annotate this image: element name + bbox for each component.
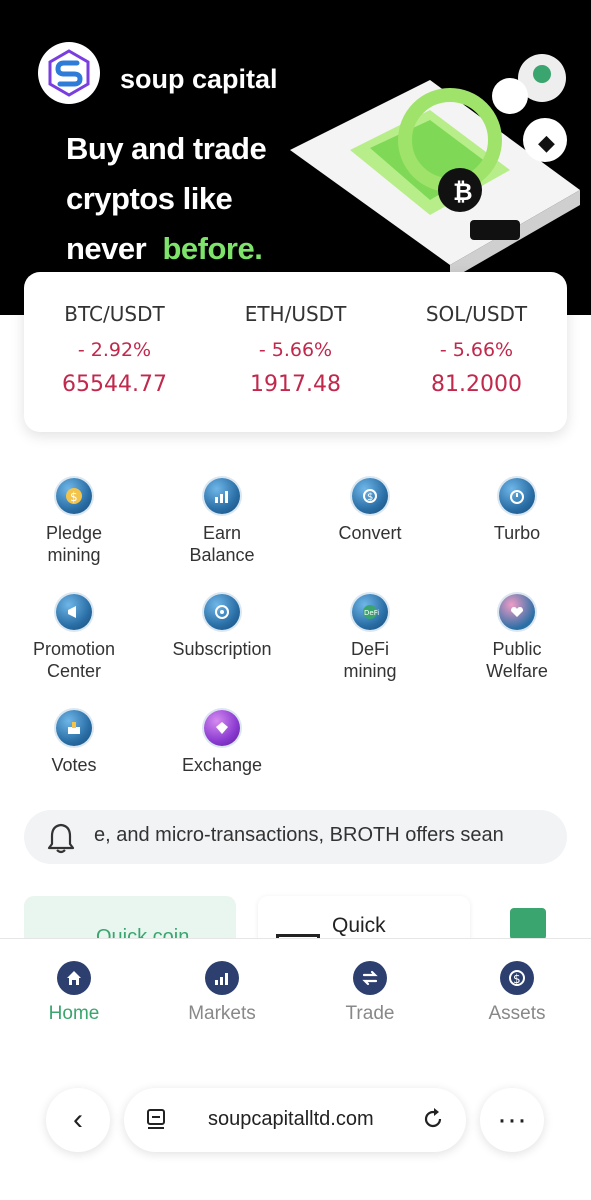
feature-label: Exchange <box>181 755 263 775</box>
tab-label: Markets <box>188 1003 256 1024</box>
feature-label: Pledge mining <box>45 523 103 565</box>
url-text: soupcapitalltd.com <box>208 1108 374 1130</box>
ticker-pair: BTC/USDT <box>64 302 165 326</box>
feature-label: DeFi mining <box>343 639 397 681</box>
phone-illustration: ₿ ◆ <box>290 54 580 280</box>
swap-icon <box>353 961 387 995</box>
ticker-btc[interactable]: BTC/USDT - 2.92% 65544.77 <box>24 272 205 432</box>
document-icon[interactable] <box>510 908 546 940</box>
more-options-button[interactable]: ··· <box>480 1088 544 1152</box>
svg-text:DeFi: DeFi <box>364 609 379 617</box>
headline-line-1: Buy and trade <box>66 131 267 166</box>
ticker-change: - 5.66% <box>439 339 514 361</box>
ticker-price: 1917.48 <box>250 372 341 397</box>
ticker-price: 65544.77 <box>62 372 167 397</box>
ticker-sol[interactable]: SOL/USDT - 5.66% 81.2000 <box>386 272 567 432</box>
page-menu-icon[interactable] <box>146 1108 168 1132</box>
subscription-icon <box>204 594 240 630</box>
bell-icon <box>47 823 75 854</box>
announcement-text: e, and micro-transactions, BROTH offers … <box>94 824 504 846</box>
dollar-icon: $ <box>500 961 534 995</box>
ticker-change: - 2.92% <box>77 339 152 361</box>
hero-banner[interactable]: soup capital Buy and trade cryptos like … <box>0 0 591 315</box>
svg-text:$: $ <box>367 492 373 503</box>
tab-home[interactable]: Home <box>0 961 148 1025</box>
ballot-box-icon <box>56 710 92 746</box>
feature-earn-balance[interactable]: Earn Balance <box>148 478 296 566</box>
feature-subscription[interactable]: Subscription <box>148 594 296 660</box>
ticker-price: 81.2000 <box>431 372 522 397</box>
feature-label: Promotion Center <box>32 639 116 681</box>
tab-label: Trade <box>345 1003 395 1024</box>
tab-markets[interactable]: Markets <box>148 961 296 1025</box>
stopwatch-icon <box>499 478 535 514</box>
ticker-pair: SOL/USDT <box>425 302 528 326</box>
feature-label: Public Welfare <box>486 639 548 681</box>
growth-chart-icon <box>204 478 240 514</box>
feature-public-welfare[interactable]: Public Welfare <box>443 594 591 682</box>
dollar-coin-icon: $ <box>56 478 92 514</box>
banner-headline: Buy and trade cryptos like never before. <box>66 124 267 274</box>
bottom-tab-bar: Home Markets Trade $ Assets <box>0 938 591 1049</box>
headline-line-3: never before. <box>66 224 266 274</box>
address-bar[interactable]: soupcapitalltd.com <box>124 1088 466 1152</box>
browser-toolbar: ‹ soupcapitalltd.com ··· <box>0 1048 591 1200</box>
back-button[interactable]: ‹ <box>46 1088 110 1152</box>
feature-pledge-mining[interactable]: $ Pledge mining <box>0 478 148 566</box>
svg-text:◆: ◆ <box>538 131 555 156</box>
megaphone-icon <box>56 594 92 630</box>
home-icon <box>57 961 91 995</box>
svg-text:$: $ <box>70 490 78 504</box>
feature-label: Earn Balance <box>189 523 255 565</box>
feature-turbo[interactable]: Turbo <box>443 478 591 544</box>
ticker-eth[interactable]: ETH/USDT - 5.66% 1917.48 <box>205 272 386 432</box>
headline-line-2: cryptos like <box>66 181 233 216</box>
tab-label: Home <box>48 1003 100 1024</box>
feature-exchange[interactable]: Exchange <box>148 710 296 776</box>
feature-defi-mining[interactable]: DeFi DeFi mining <box>296 594 444 682</box>
feature-label: Subscription <box>172 639 272 659</box>
svg-text:$: $ <box>513 972 521 986</box>
reload-icon[interactable] <box>420 1106 446 1132</box>
tab-assets[interactable]: $ Assets <box>443 961 591 1025</box>
feature-convert[interactable]: $ Convert <box>296 478 444 544</box>
announcement-bar[interactable]: e, and micro-transactions, BROTH offers … <box>24 810 567 864</box>
heart-hand-icon <box>499 594 535 630</box>
headline-never: never <box>66 231 147 266</box>
svg-text:₿: ₿ <box>453 178 473 206</box>
feature-promotion-center[interactable]: Promotion Center <box>0 594 148 682</box>
feature-label: Turbo <box>493 523 541 543</box>
diamond-icon <box>204 710 240 746</box>
brand-logo <box>38 42 100 104</box>
chart-icon <box>205 961 239 995</box>
headline-accent: before. <box>162 231 263 266</box>
quick-label: Quick <box>332 914 386 937</box>
market-ticker: BTC/USDT - 2.92% 65544.77 ETH/USDT - 5.6… <box>24 272 567 432</box>
tab-label: Assets <box>488 1003 546 1024</box>
feature-label: Convert <box>338 523 402 543</box>
ticker-change: - 5.66% <box>258 339 333 361</box>
brand-name: soup capital <box>120 64 278 94</box>
defi-icon: DeFi <box>352 594 388 630</box>
convert-icon: $ <box>352 478 388 514</box>
tab-trade[interactable]: Trade <box>296 961 444 1025</box>
feature-votes[interactable]: Votes <box>0 710 148 776</box>
ticker-pair: ETH/USDT <box>244 302 347 326</box>
feature-label: Votes <box>51 755 97 775</box>
